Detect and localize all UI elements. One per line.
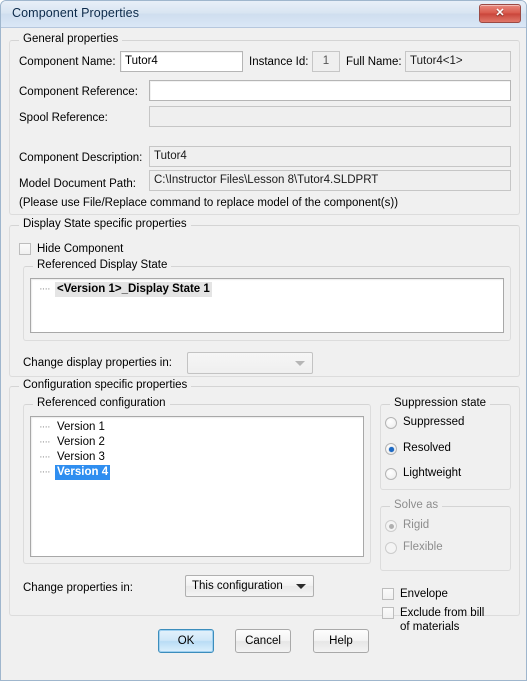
spool-reference-field: [149, 106, 511, 127]
radio-suppressed[interactable]: Suppressed: [385, 416, 465, 429]
radio-flexible-dot: [385, 542, 397, 554]
component-reference-label: Component Reference:: [19, 86, 138, 98]
ok-button[interactable]: OK: [158, 629, 214, 653]
hide-component-checkbox[interactable]: Hide Component: [19, 242, 123, 256]
list-item-label: Version 3: [57, 451, 105, 463]
exclude-from-bom-checkbox[interactable]: Exclude from bill of materials: [382, 606, 484, 634]
full-name-label: Full Name:: [346, 56, 402, 68]
list-item[interactable]: ···· Version 4: [31, 465, 363, 480]
radio-rigid-dot: [385, 520, 397, 532]
radio-lightweight[interactable]: Lightweight: [385, 467, 462, 480]
help-button[interactable]: Help: [313, 629, 369, 653]
list-item[interactable]: ···· Version 3: [31, 450, 363, 465]
solve-as-legend: Solve as: [390, 499, 443, 511]
radio-suppressed-label: Suppressed: [403, 416, 465, 428]
referenced-display-state-list[interactable]: ···· <Version 1>_Display State 1: [30, 278, 504, 333]
referenced-configuration-legend: Referenced configuration: [33, 397, 170, 409]
model-document-path-field: C:\Instructor Files\Lesson 8\Tutor4.SLDP…: [149, 170, 511, 191]
exclude-from-bom-checkbox-box: [382, 607, 394, 619]
change-properties-in-combo[interactable]: This configuration: [185, 575, 314, 597]
hide-component-checkbox-box: [19, 243, 31, 255]
component-description-label: Component Description:: [19, 152, 143, 164]
component-description-field: Tutor4: [149, 146, 511, 167]
radio-lightweight-label: Lightweight: [403, 467, 462, 479]
list-item[interactable]: ···· Version 2: [31, 435, 363, 450]
suppression-state-legend: Suppression state: [390, 397, 491, 409]
configuration-properties-legend: Configuration specific properties: [19, 379, 192, 391]
tree-dash-icon: ····: [39, 283, 51, 295]
radio-resolved[interactable]: Resolved: [385, 442, 451, 455]
change-properties-in-value: This configuration: [192, 580, 283, 592]
list-item-label: Version 2: [57, 436, 105, 448]
solve-as-group: Solve as: [380, 499, 511, 571]
radio-suppressed-dot: [385, 417, 397, 429]
instance-id-field: 1: [312, 51, 340, 72]
radio-flexible-label: Flexible: [403, 541, 443, 553]
envelope-checkbox-box: [382, 588, 394, 600]
close-icon[interactable]: ✕: [479, 4, 521, 23]
radio-rigid: Rigid: [385, 519, 430, 532]
chevron-down-icon: [295, 361, 305, 366]
model-document-path-label: Model Document Path:: [19, 178, 136, 190]
radio-rigid-label: Rigid: [403, 519, 430, 531]
component-name-label: Component Name:: [19, 56, 116, 68]
cancel-button[interactable]: Cancel: [235, 629, 291, 653]
exclude-from-bom-label: Exclude from bill of materials: [400, 607, 485, 633]
hide-component-label: Hide Component: [37, 243, 124, 255]
radio-lightweight-dot: [385, 468, 397, 480]
spool-reference-label: Spool Reference:: [19, 112, 108, 124]
radio-resolved-dot: [385, 443, 397, 455]
change-display-properties-in-combo[interactable]: [187, 352, 313, 374]
tree-dash-icon: ····: [39, 436, 51, 448]
component-properties-dialog: Component Properties ✕ General propertie…: [0, 0, 527, 681]
list-item-label: <Version 1>_Display State 1: [55, 282, 212, 297]
component-reference-input[interactable]: [149, 80, 511, 101]
titlebar[interactable]: Component Properties ✕: [1, 1, 526, 28]
list-item[interactable]: ···· Version 1: [31, 420, 363, 435]
tree-dash-icon: ····: [39, 451, 51, 463]
radio-resolved-label: Resolved: [403, 442, 451, 454]
tree-dash-icon: ····: [39, 466, 51, 478]
change-properties-in-label: Change properties in:: [23, 582, 133, 594]
list-item-label: Version 4: [55, 465, 111, 480]
list-item[interactable]: ···· <Version 1>_Display State 1: [31, 282, 503, 297]
general-properties-legend: General properties: [19, 33, 123, 45]
replace-model-note: (Please use File/Replace command to repl…: [19, 197, 399, 209]
change-display-properties-in-label: Change display properties in:: [23, 357, 172, 369]
instance-id-label: Instance Id:: [249, 56, 309, 68]
full-name-field: Tutor4<1>: [405, 51, 511, 72]
envelope-label: Envelope: [400, 588, 448, 600]
referenced-configuration-list[interactable]: ···· Version 1 ···· Version 2 ···· Versi…: [30, 416, 364, 557]
tree-dash-icon: ····: [39, 421, 51, 433]
display-state-legend: Display State specific properties: [19, 218, 191, 230]
envelope-checkbox[interactable]: Envelope: [382, 587, 448, 601]
list-item-label: Version 1: [57, 421, 105, 433]
window-title: Component Properties: [12, 6, 140, 20]
radio-flexible: Flexible: [385, 541, 443, 554]
component-name-input[interactable]: Tutor4: [120, 51, 243, 72]
chevron-down-icon: [296, 584, 306, 589]
referenced-display-state-legend: Referenced Display State: [33, 259, 172, 271]
